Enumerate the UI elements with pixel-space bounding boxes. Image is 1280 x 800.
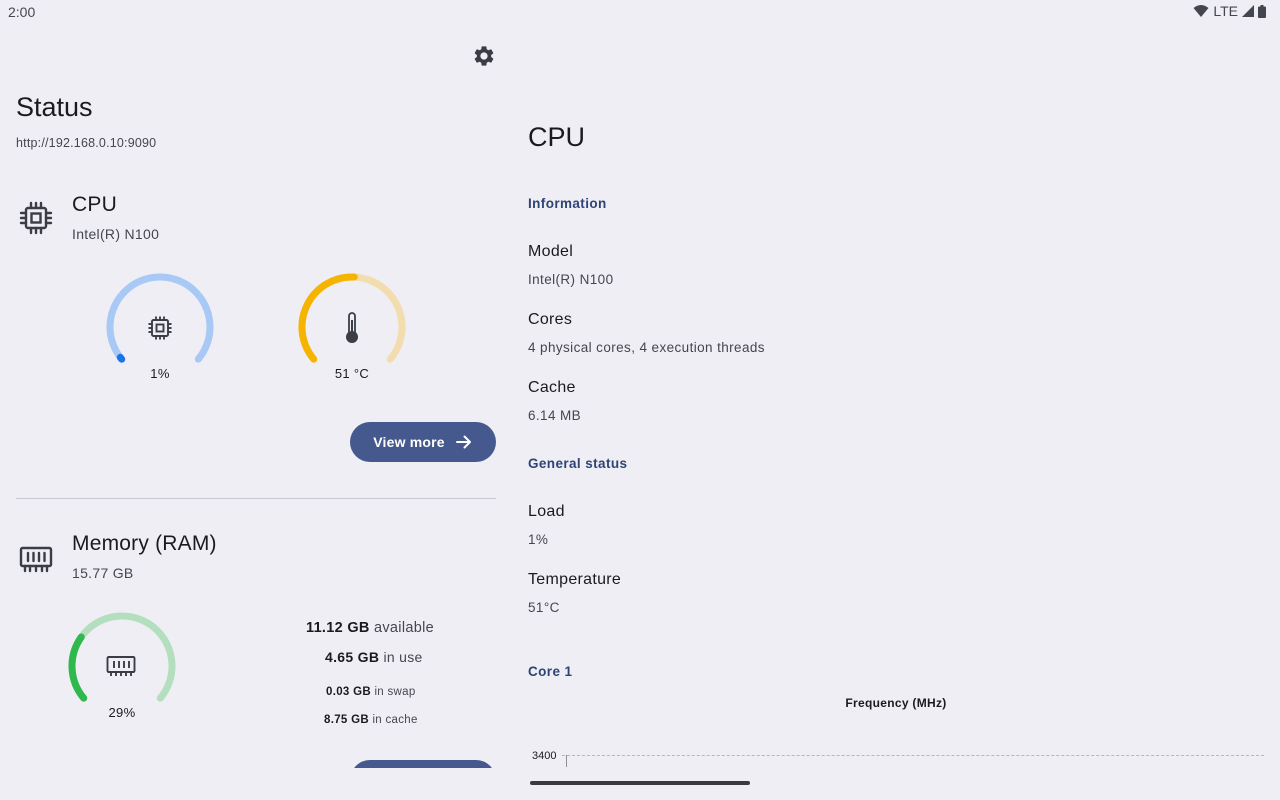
frequency-gridline <box>562 755 1264 756</box>
status-bar-time: 2:00 <box>8 4 36 20</box>
status-bar-indicators: LTE <box>1193 3 1266 19</box>
memory-in-use: 4.65 GB in use <box>325 649 423 665</box>
cores-label: Cores <box>528 311 573 328</box>
memory-module-icon <box>106 656 136 676</box>
gesture-nav-bar[interactable] <box>530 781 750 785</box>
model-label: Model <box>528 243 574 260</box>
temperature-value: 51°C <box>528 600 560 615</box>
cpu-load-gauge-fill <box>116 353 126 363</box>
information-header: Information <box>528 196 607 211</box>
cpu-load-gauge <box>106 273 214 363</box>
memory-swap-label: in swap <box>374 686 416 698</box>
signal-icon <box>1242 5 1254 17</box>
memory-cache-label: in cache <box>372 714 418 726</box>
cpu-section-subtitle: Intel(R) N100 <box>72 226 160 242</box>
battery-icon <box>1258 4 1266 18</box>
memory-cache: 8.75 GB in cache <box>324 714 418 726</box>
memory-swap: 0.03 GB in swap <box>326 686 416 698</box>
load-value: 1% <box>528 532 549 547</box>
view-more-button[interactable]: View more <box>350 422 496 462</box>
page-title: Status <box>16 92 93 122</box>
memory-in-use-value: 4.65 GB <box>325 649 380 665</box>
thermometer-icon <box>346 312 358 343</box>
temperature-label: Temperature <box>528 571 622 588</box>
detail-title: CPU <box>528 122 586 152</box>
memory-usage-gauge <box>68 612 176 702</box>
view-more-label: View more <box>373 434 445 450</box>
server-url: http://192.168.0.10:9090 <box>16 136 157 150</box>
memory-cache-value: 8.75 GB <box>324 714 369 726</box>
cache-label: Cache <box>528 379 576 396</box>
arrow-right-icon <box>455 435 471 449</box>
memory-available: 11.12 GB available <box>306 620 434 636</box>
cpu-chip-icon <box>19 201 53 235</box>
cpu-section-title: CPU <box>72 193 117 216</box>
memory-usage-gauge-fill <box>68 633 88 702</box>
memory-section-title: Memory (RAM) <box>72 532 217 555</box>
frequency-tick-label: 3400 <box>532 750 557 762</box>
general-status-header: General status <box>528 456 628 471</box>
wifi-icon <box>1193 5 1209 17</box>
network-type: LTE <box>1213 3 1238 19</box>
memory-swap-value: 0.03 GB <box>326 686 371 698</box>
scroll-clip <box>0 768 512 800</box>
frequency-chart-title: Frequency (MHz) <box>845 696 947 710</box>
load-label: Load <box>528 503 565 520</box>
memory-in-use-label: in use <box>383 649 423 665</box>
model-value: Intel(R) N100 <box>528 272 614 287</box>
cpu-chip-icon <box>148 316 172 340</box>
memory-available-value: 11.12 GB <box>306 620 370 636</box>
cache-value: 6.14 MB <box>528 408 582 423</box>
cores-value: 4 physical cores, 4 execution threads <box>528 340 765 355</box>
core-1-header: Core 1 <box>528 664 573 679</box>
cpu-load-value: 1% <box>150 366 170 381</box>
cpu-temperature-gauge <box>298 273 406 363</box>
cpu-temperature-gauge-fill <box>298 273 358 363</box>
memory-module-icon <box>19 546 53 573</box>
frequency-y-axis <box>566 755 567 767</box>
gear-icon[interactable] <box>472 44 496 68</box>
memory-section-subtitle: 15.77 GB <box>72 565 134 581</box>
memory-usage-value: 29% <box>108 705 136 720</box>
cpu-temperature-value: 51 °C <box>334 366 370 381</box>
memory-available-label: available <box>374 620 434 636</box>
section-divider <box>16 498 496 499</box>
